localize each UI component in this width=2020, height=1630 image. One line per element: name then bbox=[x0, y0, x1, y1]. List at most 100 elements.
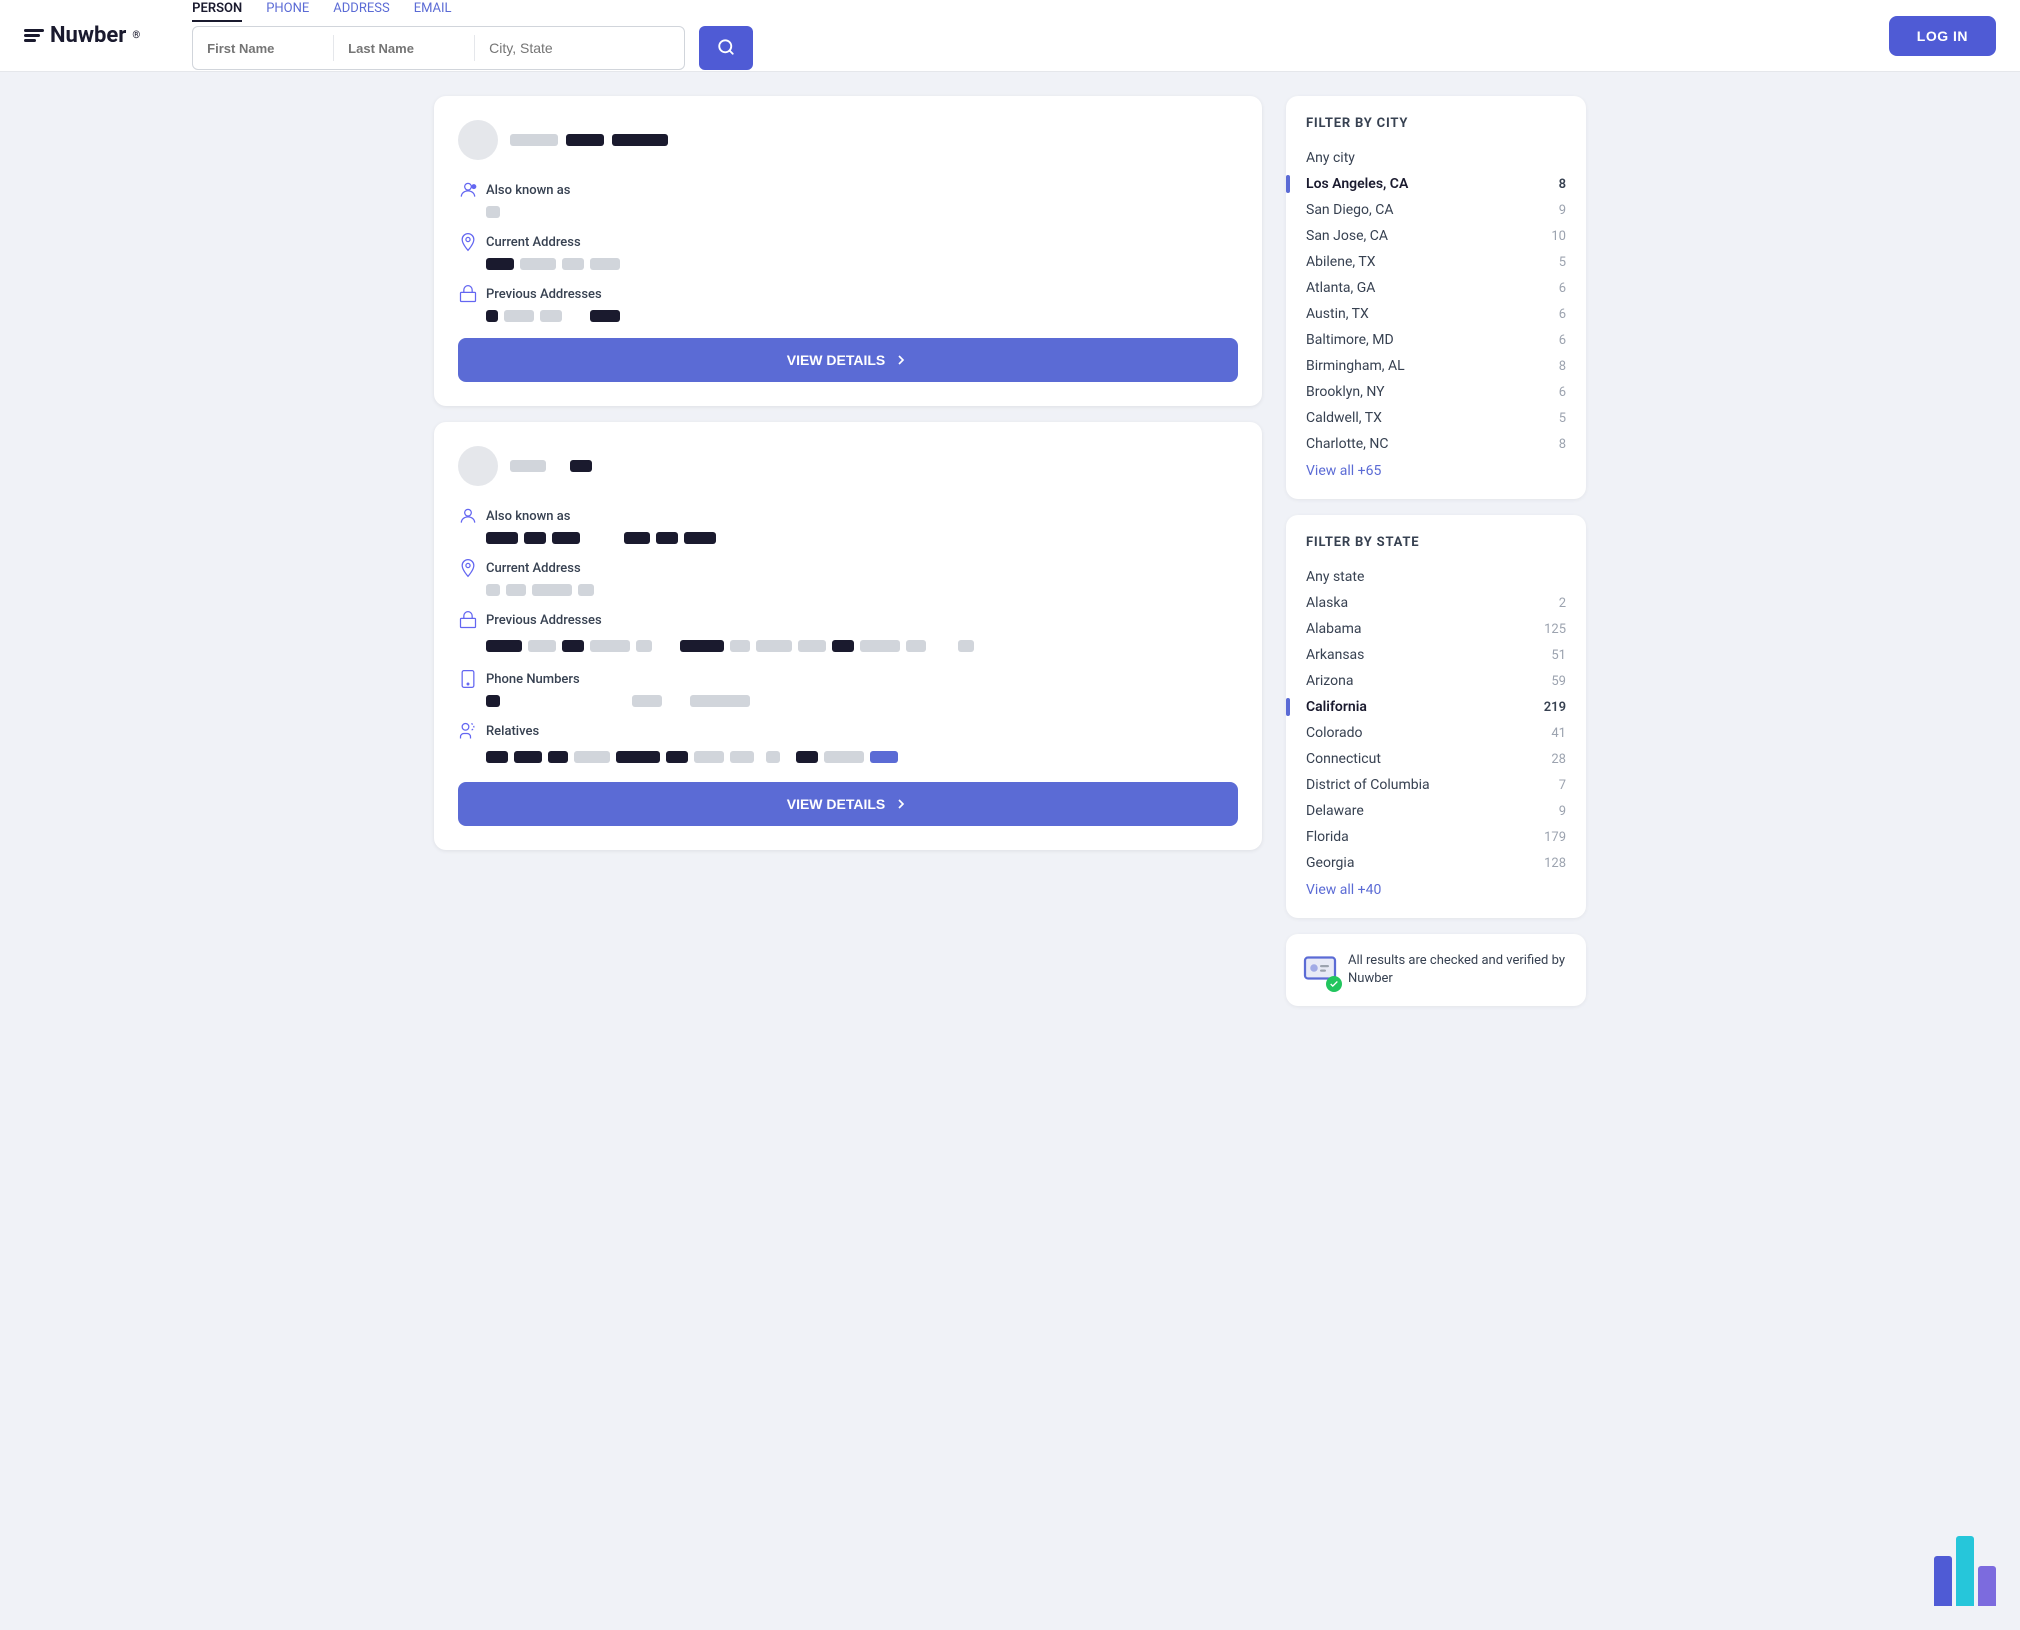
filter-city-any[interactable]: Any city bbox=[1306, 145, 1566, 171]
tab-person[interactable]: PERSON bbox=[192, 1, 242, 22]
login-button[interactable]: LOG IN bbox=[1889, 16, 1996, 56]
card1-addr-label: Current Address bbox=[486, 235, 616, 250]
tab-address[interactable]: ADDRESS bbox=[333, 1, 389, 22]
filter-state-georgia[interactable]: Georgia 128 bbox=[1306, 850, 1566, 876]
filter-state-alaska[interactable]: Alaska 2 bbox=[1306, 590, 1566, 616]
c2-ph-r1 bbox=[486, 695, 500, 707]
filter-city-charlotte[interactable]: Charlotte, NC 8 bbox=[1306, 431, 1566, 457]
name-redacted-1 bbox=[510, 134, 558, 146]
card1-aka-content bbox=[458, 206, 1238, 218]
tab-phone[interactable]: PHONE bbox=[266, 1, 309, 22]
filter-city-section: FILTER BY CITY Any city Los Angeles, CA … bbox=[1286, 96, 1586, 499]
c2-aka-r4 bbox=[624, 532, 650, 544]
c2-rel-r11 bbox=[824, 751, 864, 763]
card2-header bbox=[458, 446, 1238, 486]
filter-state-any[interactable]: Any state bbox=[1306, 564, 1566, 590]
filter-state-delaware[interactable]: Delaware 9 bbox=[1306, 798, 1566, 824]
card1-header bbox=[458, 120, 1238, 160]
c2-prev-r3 bbox=[562, 640, 584, 652]
card2-rel-row: Relatives bbox=[458, 721, 1238, 741]
c2-addr-r4 bbox=[578, 584, 594, 596]
search-button[interactable] bbox=[699, 26, 753, 70]
verified-text: All results are checked and verified by … bbox=[1348, 952, 1570, 988]
card2-view-details-btn[interactable]: VIEW DETAILS bbox=[458, 782, 1238, 826]
search-last-input[interactable] bbox=[334, 27, 474, 69]
prev-r1 bbox=[486, 310, 498, 322]
c2-addr-r3 bbox=[532, 584, 572, 596]
filter-city-abilene[interactable]: Abilene, TX 5 bbox=[1306, 249, 1566, 275]
c2-rel-r4 bbox=[574, 751, 610, 763]
card1-view-details-btn[interactable]: VIEW DETAILS bbox=[458, 338, 1238, 382]
filter-city-sandiego[interactable]: San Diego, CA 9 bbox=[1306, 197, 1566, 223]
aka-r1 bbox=[486, 206, 500, 218]
result-card-1: Also known as Current Address bbox=[434, 96, 1262, 406]
chevron-right-icon bbox=[893, 352, 909, 368]
bottom-widget bbox=[1934, 1536, 1996, 1606]
card1-addr-content bbox=[458, 258, 1238, 270]
card2-phone-label: Phone Numbers bbox=[486, 672, 616, 687]
c2-aka-icon bbox=[458, 506, 478, 526]
card2-aka-label: Also known as bbox=[486, 509, 616, 524]
filter-state-dc[interactable]: District of Columbia 7 bbox=[1306, 772, 1566, 798]
card1-view-details-label: VIEW DETAILS bbox=[787, 352, 886, 368]
card2-addr-label: Current Address bbox=[486, 561, 616, 576]
card2-prev-label: Previous Addresses bbox=[486, 613, 616, 628]
filter-city-baltimore[interactable]: Baltimore, MD 6 bbox=[1306, 327, 1566, 353]
card2-rel-content bbox=[458, 747, 1238, 766]
search-first-input[interactable] bbox=[193, 27, 333, 69]
c2-aka-r2 bbox=[524, 532, 546, 544]
card2-prev-row: Previous Addresses bbox=[458, 610, 1238, 630]
c2-prev-r10 bbox=[832, 640, 854, 652]
prev-addr-icon bbox=[458, 284, 478, 304]
card1-name bbox=[510, 134, 668, 146]
filter-state-title: FILTER BY STATE bbox=[1306, 535, 1566, 550]
result-card-2: Also known as Current Address bbox=[434, 422, 1262, 850]
filter-state-connecticut[interactable]: Connecticut 28 bbox=[1306, 746, 1566, 772]
bar-3 bbox=[1978, 1566, 1996, 1606]
card1-addr-row: Current Address bbox=[458, 232, 1238, 252]
filter-state-colorado[interactable]: Colorado 41 bbox=[1306, 720, 1566, 746]
filter-state-section: FILTER BY STATE Any state Alaska 2 Alaba… bbox=[1286, 515, 1586, 918]
card2-rel-label: Relatives bbox=[486, 724, 616, 739]
addr-r2 bbox=[520, 258, 556, 270]
name-redacted-2 bbox=[566, 134, 604, 146]
logo[interactable]: Nuwber® bbox=[24, 23, 140, 48]
tab-email[interactable]: EMAIL bbox=[414, 1, 452, 22]
c2-name-r1 bbox=[510, 460, 546, 472]
state-view-all-link[interactable]: View all +40 bbox=[1306, 882, 1566, 898]
card2-avatar bbox=[458, 446, 498, 486]
filter-state-arizona[interactable]: Arizona 59 bbox=[1306, 668, 1566, 694]
filter-city-brooklyn[interactable]: Brooklyn, NY 6 bbox=[1306, 379, 1566, 405]
filter-city-caldwell[interactable]: Caldwell, TX 5 bbox=[1306, 405, 1566, 431]
card1-prev-label: Previous Addresses bbox=[486, 287, 616, 302]
filter-city-atlanta[interactable]: Atlanta, GA 6 bbox=[1306, 275, 1566, 301]
name-redacted-3 bbox=[612, 134, 668, 146]
c2-addr-icon bbox=[458, 558, 478, 578]
filter-city-title: FILTER BY CITY bbox=[1306, 116, 1566, 131]
c2-prev-r1 bbox=[486, 640, 522, 652]
filter-state-california[interactable]: California 219 bbox=[1306, 694, 1566, 720]
filter-city-austin[interactable]: Austin, TX 6 bbox=[1306, 301, 1566, 327]
card2-view-details-label: VIEW DETAILS bbox=[787, 796, 886, 812]
check-icon bbox=[1329, 979, 1339, 989]
card1-avatar bbox=[458, 120, 498, 160]
filter-state-florida[interactable]: Florida 179 bbox=[1306, 824, 1566, 850]
search-city-input[interactable] bbox=[475, 27, 684, 69]
c2-rel-r12 bbox=[870, 751, 898, 763]
filter-city-la[interactable]: Los Angeles, CA 8 bbox=[1306, 171, 1566, 197]
c2-prev-r7 bbox=[730, 640, 750, 652]
filter-state-arkansas[interactable]: Arkansas 51 bbox=[1306, 642, 1566, 668]
prev-r4 bbox=[590, 310, 620, 322]
filter-city-sanjose[interactable]: San Jose, CA 10 bbox=[1306, 223, 1566, 249]
card2-aka-content bbox=[458, 532, 1238, 544]
city-view-all-link[interactable]: View all +65 bbox=[1306, 463, 1566, 479]
bar-1 bbox=[1934, 1556, 1952, 1606]
filter-state-alabama[interactable]: Alabama 125 bbox=[1306, 616, 1566, 642]
verified-content: All results are checked and verified by … bbox=[1302, 950, 1570, 990]
verified-area: All results are checked and verified by … bbox=[1286, 934, 1586, 1006]
filter-city-birmingham[interactable]: Birmingham, AL 8 bbox=[1306, 353, 1566, 379]
card1-aka-row: Also known as bbox=[458, 180, 1238, 200]
addr-r4 bbox=[590, 258, 620, 270]
c2-rel-r7 bbox=[694, 751, 724, 763]
prev-r2 bbox=[504, 310, 534, 322]
